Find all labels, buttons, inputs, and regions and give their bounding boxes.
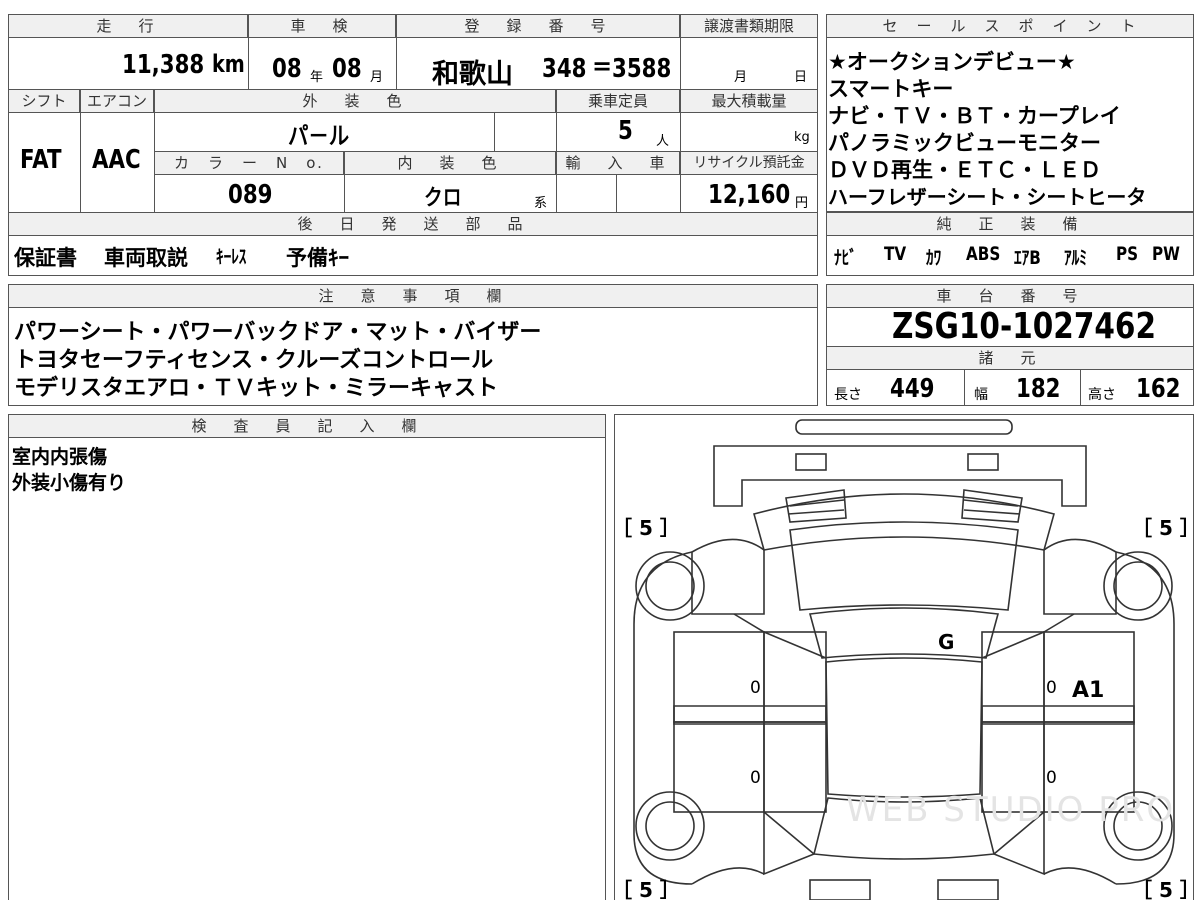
interior-color-header: 内 装 色	[344, 151, 556, 175]
registration-header: 登 録 番 号	[396, 14, 680, 38]
chassis-number: ZSG10-1027462	[892, 306, 1157, 347]
damage-mark-a1: A1	[1072, 678, 1105, 703]
equipment-header: 純 正 装 備	[826, 212, 1194, 236]
later-part-item: 保証書	[14, 246, 77, 270]
inspection-month-unit: 月	[370, 70, 384, 85]
inspection-year-unit: 年	[310, 70, 324, 85]
inspector-line: 外装小傷有り	[12, 472, 127, 494]
registration-area: 和歌山	[432, 59, 513, 90]
later-part-item: ｷｰﾚｽ	[216, 246, 247, 268]
equipment-item: PW	[1152, 243, 1180, 265]
specs-header: 諸 元	[826, 346, 1194, 370]
later-part-item: 予備ｷｰ	[286, 246, 349, 270]
equipment-item: ｴｱB	[1014, 247, 1041, 269]
tire-tread-rear-right: ［ 5 ］	[1132, 878, 1200, 902]
capacity-unit: 人	[656, 134, 670, 149]
recycle-deposit-header: リサイクル預託金	[680, 151, 818, 175]
equipment-item: ABS	[966, 243, 1001, 265]
recycle-deposit-value: 12,160	[708, 180, 791, 210]
equipment-item: ｱﾙﾐ	[1064, 247, 1087, 269]
tire-tread-rear-left: ［ 5 ］	[612, 878, 680, 902]
spec-length-label: 長さ	[834, 387, 862, 403]
interior-color-value: クロ	[424, 186, 462, 211]
later-parts-header: 後 日 発 送 部 品	[8, 212, 818, 236]
registration-number: 3588	[612, 54, 672, 84]
sales-points-header: セ ー ル ス ポ イ ン ト	[826, 14, 1194, 38]
aircon-header: エアコン	[80, 89, 154, 113]
equipment-item: PS	[1116, 243, 1139, 265]
max-load-unit: kg	[794, 130, 810, 145]
spec-width-label: 幅	[974, 387, 988, 403]
transfer-month-unit: 月	[734, 70, 748, 85]
damage-mark-zero: 0	[750, 768, 761, 788]
inspection-month: 08	[332, 54, 362, 84]
inspector-line: 室内内張傷	[12, 446, 108, 468]
later-part-item: 車両取説	[104, 246, 188, 270]
mileage-unit: km	[212, 50, 245, 78]
sales-point-line: ★オークションデビュー★	[828, 50, 1076, 74]
sales-point-line: ナビ・ＴＶ・ＢＴ・カープレイ	[828, 104, 1121, 128]
spec-height-value: 162	[1136, 374, 1181, 404]
damage-mark-g: G	[938, 630, 955, 654]
import-header: 輸 入 車	[556, 151, 680, 175]
sales-point-line: ハーフレザーシート・シートヒータ	[828, 185, 1147, 209]
inspection-header: 車 検	[248, 14, 396, 38]
sales-point-line: ＤＶＤ再生・ＥＴＣ・ＬＥＤ	[828, 158, 1101, 182]
spec-width-value: 182	[1016, 374, 1061, 404]
equipment-item: TV	[884, 243, 907, 265]
max-load-header: 最大積載量	[680, 89, 818, 113]
color-no-value: 089	[228, 180, 273, 210]
equipment-item: ﾅﾋﾞ	[834, 247, 857, 269]
shift-header: シフト	[8, 89, 80, 113]
recycle-deposit-unit: 円	[795, 196, 809, 211]
mileage-header: 走 行	[8, 14, 248, 38]
inspector-header: 検 査 員 記 入 欄	[8, 414, 606, 438]
interior-color-unit: 系	[534, 196, 548, 211]
exterior-color-value: パ－ル	[288, 122, 350, 150]
damage-mark-zero: 0	[1046, 678, 1057, 698]
inspection-year: 08	[272, 54, 302, 84]
shift-value: FAT	[20, 145, 62, 175]
spec-height-label: 高さ	[1088, 387, 1116, 403]
registration-separator: =	[592, 52, 613, 80]
sales-point-line: パノラミックビューモニター	[828, 131, 1101, 155]
registration-class: 348	[542, 54, 587, 84]
damage-mark-zero: 0	[1046, 768, 1057, 788]
aircon-value: AAC	[92, 145, 141, 175]
color-no-header: カ ラ ー N o.	[154, 151, 344, 175]
spec-length-value: 449	[890, 374, 935, 404]
sales-point-line: スマートキー	[828, 77, 954, 101]
equipment-item: ｶﾜ	[926, 247, 942, 269]
transfer-day-unit: 日	[794, 70, 808, 85]
tire-tread-front-right: ［ 5 ］	[1132, 516, 1200, 540]
chassis-header: 車 台 番 号	[826, 284, 1194, 308]
watermark: WEB STUDIO PRO	[846, 790, 1176, 830]
notes-header: 注 意 事 項 欄	[8, 284, 818, 308]
damage-mark-zero: 0	[750, 678, 761, 698]
tire-tread-front-left: ［ 5 ］	[612, 516, 680, 540]
capacity-header: 乗車定員	[556, 89, 680, 113]
exterior-color-header: 外 装 色	[154, 89, 556, 113]
note-line: モデリスタエアロ・ＴＶキット・ミラーキャスト	[14, 376, 499, 401]
transfer-deadline-header: 譲渡書類期限	[680, 14, 818, 38]
capacity-value: 5	[618, 116, 633, 146]
mileage-value: 11,388	[122, 50, 205, 80]
